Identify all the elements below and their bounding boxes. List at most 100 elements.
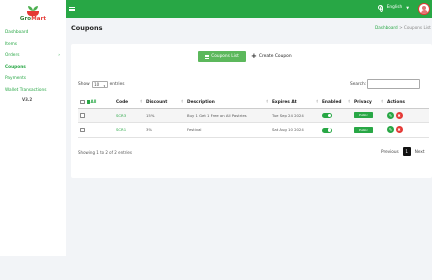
row-checkbox[interactable] (80, 113, 85, 118)
coupons-table: All Code ▴ ▾ Discount ▴ ▾ Description ▴ ▾ Expi… (78, 97, 429, 138)
coupons-list-button-label: Coupons List (211, 54, 239, 59)
table-row: SCR1 3% Festival Sat Aug 10 2024 Public … (78, 122, 429, 138)
entries-per-page-select[interactable]: 10 ▾ (91, 81, 108, 88)
column-header-enabled[interactable]: Enabled ▴ ▾ (320, 97, 352, 109)
privacy-badge: Public (354, 126, 373, 133)
entries-select-value: 10 (94, 82, 100, 87)
sidebar-item-label: Dashboard (5, 30, 29, 36)
trash-icon: ✖ (397, 127, 401, 133)
select-all-checkbox[interactable] (80, 99, 85, 104)
column-header-code[interactable]: Code ▴ ▾ (114, 97, 144, 109)
breadcrumb-separator: > (399, 25, 403, 30)
column-header-description[interactable]: Description ▴ ▾ (185, 97, 270, 109)
hamburger-menu-icon[interactable] (69, 6, 75, 12)
breadcrumb-current: Coupons List (403, 25, 431, 30)
search-label: Search: (350, 81, 367, 87)
pencil-icon: ✎ (388, 112, 393, 118)
row-checkbox[interactable] (80, 127, 85, 133)
edit-button[interactable]: ✎ (387, 111, 394, 119)
sidebar-item-items[interactable]: Items (0, 39, 66, 51)
delete-button[interactable]: ✖ (395, 111, 403, 119)
privacy-cell: Public (352, 108, 385, 123)
page-title: Coupons (71, 24, 103, 32)
column-header-privacy[interactable]: Privacy ▴ ▾ (352, 97, 385, 109)
code-cell: SCR1 (114, 122, 144, 138)
sidebar-item-label: Wallet Transactions (5, 87, 47, 93)
coupons-card: Coupons List + Create Coupon Show 10 ▾ e… (71, 44, 432, 178)
privacy-badge: Public (354, 112, 373, 119)
enabled-cell (320, 108, 352, 123)
sidebar: GroMart Dashboard Items Orders › Coupons… (0, 0, 66, 256)
chevron-down-icon: ▾ (103, 83, 106, 88)
sort-icon: ▴ ▾ (140, 98, 142, 104)
sidebar-item-label: Payments (5, 76, 27, 82)
pagination-page[interactable]: 1 (402, 147, 411, 156)
coupon-code-link[interactable]: SCR3 (116, 113, 126, 118)
plus-icon: + (251, 52, 257, 60)
discount-cell: 3% (144, 122, 185, 138)
top-navbar: English ▼ (66, 0, 432, 18)
user-avatar[interactable] (418, 3, 430, 15)
column-header-discount[interactable]: Discount ▴ ▾ (144, 97, 185, 109)
trash-icon: ✖ (397, 112, 401, 118)
sort-icon: ▴ ▾ (181, 98, 183, 104)
column-header-actions: Actions (385, 97, 429, 109)
list-icon (205, 54, 210, 59)
sort-icon: ▴ ▾ (348, 98, 350, 104)
sidebar-item-label: Coupons (5, 64, 26, 70)
language-selector[interactable]: English ▼ (377, 5, 409, 13)
breadcrumb-home-link[interactable]: Dashboard (375, 25, 398, 30)
sidebar-item-coupons[interactable]: Coupons (0, 62, 66, 74)
privacy-cell: Public (352, 122, 385, 138)
create-coupon-button[interactable]: + Create Coupon (251, 51, 292, 62)
app-version: V3.2 (22, 97, 33, 102)
select-all-label: All (90, 99, 97, 105)
column-header-expires-at[interactable]: Expires At ▴ ▾ (270, 97, 320, 109)
coupons-list-button[interactable]: Coupons List (198, 51, 246, 62)
sidebar-item-label: Orders (5, 53, 20, 59)
breadcrumb: Dashboard > Coupons List (375, 25, 431, 30)
expires-cell: Tue Sep 24 2024 (270, 108, 320, 123)
edit-button[interactable]: ✎ (387, 126, 394, 134)
actions-cell: ✎ ✖ (385, 122, 429, 138)
pagination: Previous 1 Next (377, 147, 428, 156)
actions-cell: ✎ ✖ (385, 108, 429, 123)
pencil-icon: ✎ (388, 127, 393, 133)
chevron-right-icon: › (58, 53, 60, 58)
sidebar-item-orders[interactable]: Orders › (0, 50, 66, 62)
entries-label: entries (109, 82, 125, 87)
enabled-toggle[interactable] (322, 127, 332, 133)
show-entries-control: Show 10 ▾ entries (78, 81, 125, 88)
sort-icon: ▴ ▾ (316, 98, 318, 104)
pagination-previous[interactable]: Previous (377, 149, 403, 154)
caret-down-icon: ▼ (406, 5, 409, 10)
sidebar-item-payments[interactable]: Payments (0, 73, 66, 85)
row-select-cell (78, 108, 114, 123)
table-info: Showing 1 to 2 of 2 entries (78, 150, 132, 155)
sidebar-item-dashboard[interactable]: Dashboard (0, 27, 66, 39)
search-control: Search: (350, 79, 421, 89)
pagination-next[interactable]: Next (411, 149, 429, 154)
brand-logo[interactable]: GroMart (0, 0, 66, 27)
enabled-cell (320, 122, 352, 138)
create-coupon-button-label: Create Coupon (258, 54, 292, 59)
code-cell: SCR3 (114, 108, 144, 123)
sidebar-item-label: Items (5, 41, 18, 47)
row-select-cell (78, 122, 114, 138)
basket-logo-icon (26, 5, 40, 16)
brand-name: GroMart (19, 15, 47, 22)
search-input[interactable] (367, 79, 421, 89)
discount-cell: 15% (144, 108, 185, 123)
trash-icon[interactable] (86, 100, 90, 104)
table-header-row: All Code ▴ ▾ Discount ▴ ▾ Description ▴ ▾ Expi… (78, 97, 429, 109)
delete-button[interactable]: ✖ (395, 126, 403, 134)
language-label: English (386, 5, 403, 10)
description-cell: Festival (185, 122, 270, 138)
table-row: SCR3 15% Buy 1 Get 1 Free on All Pastrie… (78, 108, 429, 123)
coupon-code-link[interactable]: SCR1 (116, 127, 126, 132)
expires-cell: Sat Aug 10 2024 (270, 122, 320, 138)
globe-icon (377, 5, 384, 13)
show-label: Show (78, 82, 90, 87)
enabled-toggle[interactable] (322, 113, 332, 118)
sidebar-item-wallet-transactions[interactable]: Wallet Transactions (0, 85, 66, 97)
